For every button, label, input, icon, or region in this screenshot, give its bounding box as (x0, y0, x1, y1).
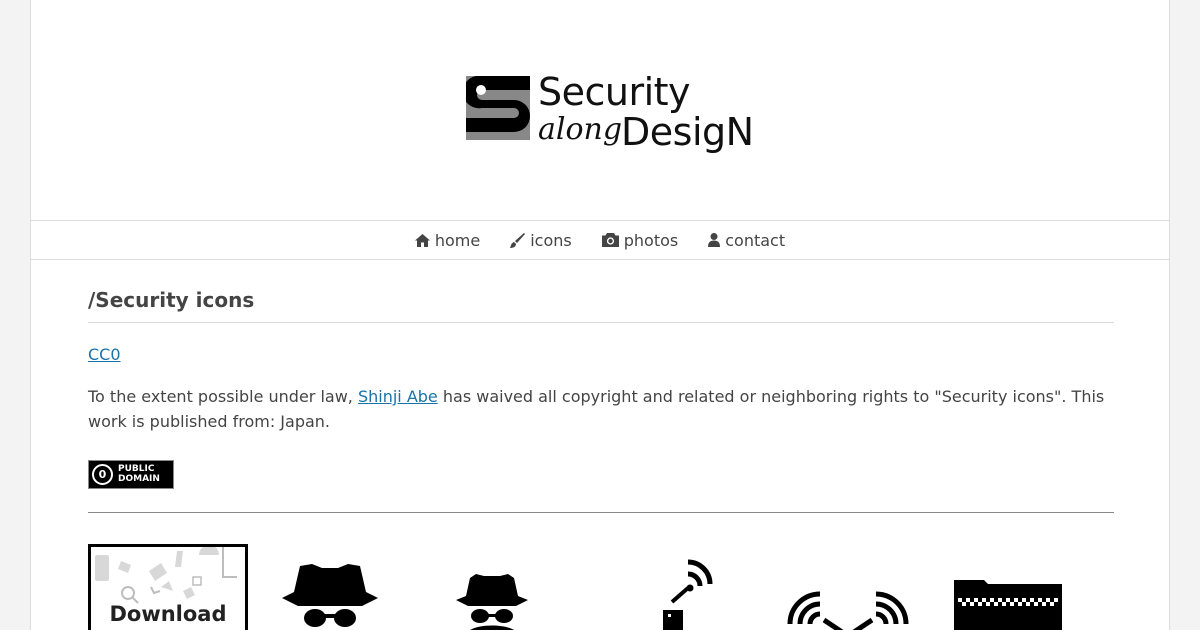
folder-icon (954, 580, 1062, 630)
author-link[interactable]: Shinji Abe (358, 387, 438, 406)
download-all-button[interactable]: Download All i (88, 544, 248, 630)
spy-hat-thumbnail[interactable] (278, 544, 382, 630)
spy-agent-thumbnail[interactable] (452, 544, 532, 630)
badge-text: PUBLIC DOMAIN (118, 464, 160, 484)
wireless-signal-icon (787, 591, 909, 630)
nav-item-icons[interactable]: icons (510, 231, 572, 250)
wireless-signal-thumbnail[interactable] (784, 544, 914, 630)
user-icon (708, 233, 721, 247)
radio-transmitter-icon (663, 559, 713, 630)
nav-label-icons: icons (530, 230, 572, 250)
nav-item-contact[interactable]: contact (708, 231, 785, 250)
camera-icon (601, 233, 619, 247)
spy-agent-icon (456, 574, 528, 630)
main-content: /Security icons CC0 To the extent possib… (88, 288, 1114, 513)
logo-word-along: along (538, 112, 623, 147)
logo-word-design: DesigN (621, 110, 754, 154)
cc0-symbol: 0 (92, 464, 113, 485)
nav-label-contact: contact (725, 230, 786, 250)
site-logo[interactable]: Security along DesigN (466, 70, 754, 165)
site-header: Security along DesigN (31, 0, 1169, 220)
public-domain-badge[interactable]: 0 PUBLIC DOMAIN (88, 460, 174, 489)
nav-item-home[interactable]: home (414, 230, 481, 250)
page-title: /Security icons (88, 288, 1114, 323)
nav-item-photos[interactable]: photos (601, 230, 679, 250)
badge-line-domain: DOMAIN (118, 474, 160, 484)
spy-hat-icon (282, 564, 378, 627)
nav-label-home: home (434, 230, 481, 250)
radio-transmitter-thumbnail[interactable] (660, 544, 724, 630)
main-nav: home icons photos contact (31, 220, 1169, 260)
waiver-text-before: To the extent possible under law, (88, 387, 358, 406)
waiver-text: To the extent possible under law, Shinji… (88, 384, 1114, 434)
folder-thumbnail[interactable] (954, 544, 1062, 630)
badge-line-public: PUBLIC (118, 464, 155, 474)
logo-word-security: Security (538, 70, 691, 114)
page-container: Security along DesigN home icons photos … (30, 0, 1170, 630)
section-divider (88, 512, 1114, 513)
logo-s-mark-icon (466, 76, 530, 140)
download-all-label: Download All i (109, 602, 227, 630)
home-icon (414, 233, 430, 247)
brush-icon (510, 232, 526, 248)
icon-gallery: Download All i (88, 544, 1114, 630)
nav-label-photos: photos (623, 230, 679, 250)
cc0-license-link[interactable]: CC0 (88, 345, 1114, 364)
